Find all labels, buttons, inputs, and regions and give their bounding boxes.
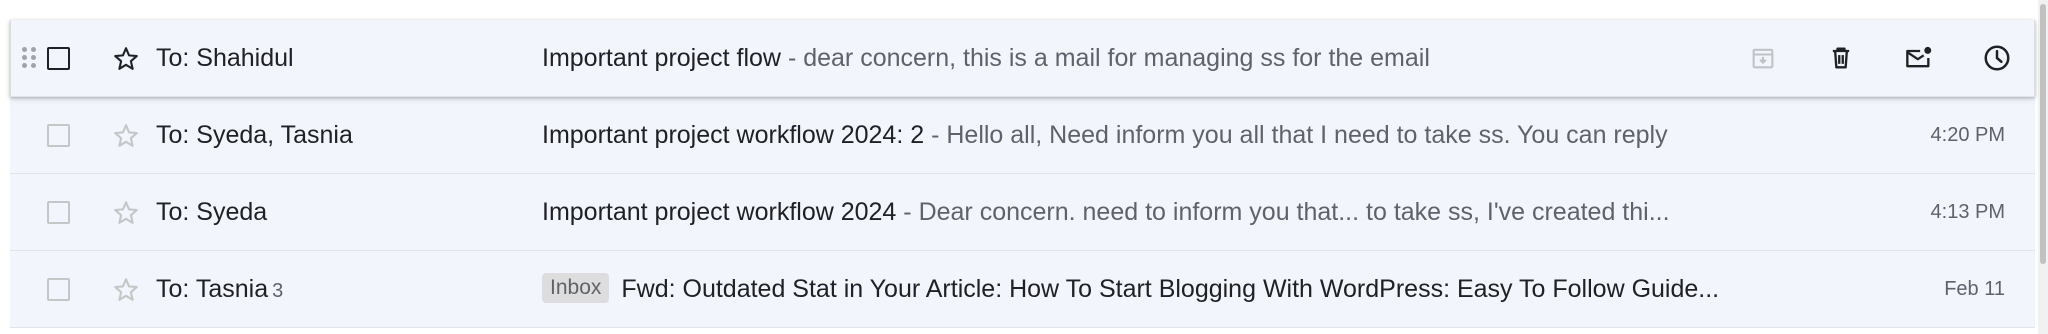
email-content[interactable]: Important project flow - dear concern, t… [542,20,1672,96]
email-content[interactable]: Important project workflow 2024: 2 - Hel… [542,97,1842,173]
separator: - [781,44,804,72]
email-row[interactable]: To: Syeda, Tasnia Important project work… [10,97,2035,174]
delete-icon[interactable] [1821,38,1861,78]
drag-handle-icon[interactable] [22,47,36,69]
sender-name: To: Syeda [156,174,267,250]
star-icon[interactable] [112,122,140,150]
thread-count: 3 [272,280,284,302]
separator: - [924,121,947,149]
email-subject: Important project workflow 2024: 2 [542,121,925,149]
email-time: 4:13 PM [1930,201,2005,223]
email-subject: Fwd: Outdated Stat in Your Article: How … [621,275,1720,303]
sender-text: To: Tasnia [156,275,269,303]
inbox-label-badge[interactable]: Inbox [542,273,610,304]
select-checkbox[interactable] [47,278,70,301]
star-icon[interactable] [112,199,140,227]
sender-text: To: Syeda, Tasnia [156,121,353,149]
star-icon[interactable] [112,45,140,73]
sender-text: To: Syeda [156,198,268,226]
select-checkbox[interactable] [47,201,70,224]
sender-name: To: Tasnia 3 [156,251,283,327]
email-row[interactable]: To: Syeda Important project workflow 202… [10,174,2035,251]
select-checkbox[interactable] [47,124,70,147]
scrollbar-thumb[interactable] [2040,4,2046,264]
snooze-icon[interactable] [1977,38,2017,78]
email-time: 4:20 PM [1930,124,2005,146]
sender-name: To: Syeda, Tasnia [156,97,353,173]
sender-name: To: Shahidul [156,20,294,96]
archive-icon[interactable] [1743,38,1783,78]
email-time: Feb 11 [1944,278,2005,300]
sender-text: To: Shahidul [156,44,294,72]
star-icon[interactable] [112,276,140,304]
email-content[interactable]: Inbox Fwd: Outdated Stat in Your Article:… [542,251,1842,327]
mark-unread-icon[interactable] [1899,38,1939,78]
email-snippet: Hello all, Need inform you all that I ne… [946,121,1668,149]
email-list: To: Shahidul Important project flow - de… [10,20,2035,328]
email-subject: Important project flow [542,44,781,72]
email-snippet: Dear concern. need to inform you that...… [918,198,1670,226]
email-row[interactable]: To: Tasnia 3 Inbox Fwd: Outdated Stat in Y… [10,251,2035,328]
select-checkbox[interactable] [47,47,70,70]
scrollbar[interactable] [2038,0,2048,334]
separator: - [896,198,919,226]
hover-actions [1743,38,2017,78]
email-subject: Important project workflow 2024 [542,198,897,226]
email-snippet: dear concern, this is a mail for managin… [803,44,1430,72]
email-row[interactable]: To: Shahidul Important project flow - de… [10,20,2035,97]
email-content[interactable]: Important project workflow 2024 - Dear c… [542,174,1842,250]
